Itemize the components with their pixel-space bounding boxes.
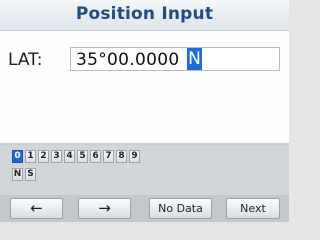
key-s[interactable]: S — [25, 168, 36, 181]
key-n[interactable]: N — [12, 168, 23, 181]
key-8[interactable]: 8 — [116, 150, 127, 163]
lat-input[interactable]: 35°00.0000 N — [70, 47, 280, 71]
key-0[interactable]: 0 — [12, 150, 23, 163]
key-5[interactable]: 5 — [77, 150, 88, 163]
key-7[interactable]: 7 — [103, 150, 114, 163]
forward-button[interactable]: → — [78, 198, 131, 219]
softkey-bar: ← → No Data Next — [0, 195, 289, 222]
left-arrow-icon: ← — [30, 199, 43, 217]
key-3[interactable]: 3 — [51, 150, 62, 163]
page-title: Position Input — [75, 4, 214, 24]
position-input-screen: Position Input LAT: 35°00.0000 N 0 1 2 3… — [0, 0, 289, 222]
key-2[interactable]: 2 — [38, 150, 49, 163]
next-button[interactable]: Next — [226, 198, 280, 219]
lat-direction-cursor[interactable]: N — [187, 48, 202, 70]
lat-value: 35°00.0000 — [76, 50, 180, 70]
key-9[interactable]: 9 — [129, 150, 140, 163]
key-4[interactable]: 4 — [64, 150, 75, 163]
key-6[interactable]: 6 — [90, 150, 101, 163]
title-bar: Position Input — [0, 0, 289, 31]
lat-label: LAT: — [8, 50, 43, 70]
back-button[interactable]: ← — [10, 198, 63, 219]
right-arrow-icon: → — [98, 199, 111, 217]
no-data-button[interactable]: No Data — [149, 198, 212, 219]
key-1[interactable]: 1 — [25, 150, 36, 163]
